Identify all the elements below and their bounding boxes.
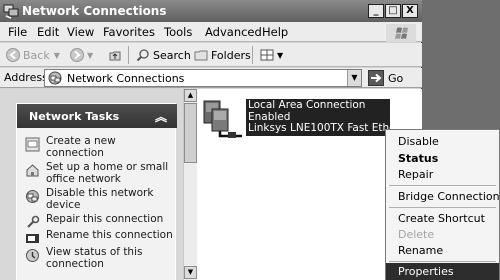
disable-network-icon xyxy=(26,190,39,203)
content-area: Network Tasks ︽ Create a new connection xyxy=(0,89,422,280)
task-label: Rename this connection xyxy=(46,229,173,241)
rename-icon xyxy=(26,234,39,243)
ctx-repair[interactable]: Repair xyxy=(386,166,499,183)
task-label: Repair this connection xyxy=(46,213,164,225)
connection-label: Local Area Connection Enabled Linksys LN… xyxy=(246,99,390,136)
menu-favorites[interactable]: Favorites xyxy=(103,25,155,39)
home-network-icon xyxy=(26,164,39,177)
address-field[interactable]: Network Connections ▼ xyxy=(44,69,362,87)
up-folder-icon xyxy=(109,51,121,61)
menu-file[interactable]: File xyxy=(8,25,27,39)
task-label: Create a new connection xyxy=(46,135,116,159)
task-setup-home-network[interactable]: Set up a home or small office network xyxy=(25,161,175,185)
menu-help[interactable]: Help xyxy=(262,25,288,39)
minimize-button[interactable]: _ xyxy=(368,4,384,18)
menu-separator xyxy=(389,207,496,208)
network-connections-icon xyxy=(48,71,62,85)
ctx-disable[interactable]: Disable xyxy=(386,133,499,150)
standard-toolbar: Back ▼ ▼ Search Folders ▼ xyxy=(0,43,422,67)
menu-separator xyxy=(389,261,496,262)
repair-wrench-icon xyxy=(27,215,40,228)
task-view-status[interactable]: View status of this connection xyxy=(25,246,175,270)
window-title: Network Connections xyxy=(22,4,167,18)
ctx-properties[interactable]: Properties xyxy=(386,263,499,280)
network-connections-window: Network Connections _ □ X File Edit View… xyxy=(0,0,422,280)
menu-tools[interactable]: Tools xyxy=(164,25,192,39)
back-label: Back xyxy=(23,48,50,62)
back-button[interactable]: Back ▼ xyxy=(6,47,60,63)
task-create-connection[interactable]: Create a new connection xyxy=(25,135,175,159)
ctx-status[interactable]: Status xyxy=(386,150,499,167)
menu-edit[interactable]: Edit xyxy=(37,25,59,39)
toolbar-separator xyxy=(128,46,129,64)
menu-view[interactable]: View xyxy=(67,25,94,39)
go-arrow-icon xyxy=(368,70,384,86)
vertical-scrollbar[interactable]: ▲ ▼ xyxy=(183,89,197,280)
back-dropdown-icon[interactable]: ▼ xyxy=(54,51,60,60)
menu-bar: File Edit View Favorites Tools Advanced … xyxy=(0,22,422,42)
local-area-connection-item[interactable]: Local Area Connection Enabled Linksys LN… xyxy=(202,99,390,139)
task-repair-connection[interactable]: Repair this connection xyxy=(25,213,175,230)
title-bar[interactable]: Network Connections _ □ X xyxy=(0,0,422,22)
folders-button[interactable]: Folders xyxy=(194,47,251,63)
new-connection-icon xyxy=(25,137,40,152)
windows-logo-icon xyxy=(386,24,416,42)
views-dropdown-icon[interactable]: ▼ xyxy=(277,51,283,60)
network-tasks-header[interactable]: Network Tasks ︽ xyxy=(17,104,177,128)
status-icon xyxy=(26,249,39,262)
back-arrow-icon xyxy=(6,48,20,62)
folders-icon xyxy=(194,50,208,61)
task-disable-device[interactable]: Disable this network device xyxy=(25,187,175,211)
task-label: Disable this network device xyxy=(46,187,154,211)
tasks-pane: Network Tasks ︽ Create a new connection xyxy=(0,89,183,280)
menu-separator xyxy=(389,185,496,186)
up-folder-button[interactable] xyxy=(108,47,125,63)
connection-name: Local Area Connection xyxy=(248,99,366,111)
network-connections-icon xyxy=(3,4,19,19)
address-label: Address xyxy=(4,71,48,84)
forward-dropdown-icon[interactable]: ▼ xyxy=(87,51,93,60)
scroll-up-icon[interactable]: ▲ xyxy=(184,89,197,102)
maximize-button[interactable]: □ xyxy=(385,4,401,18)
menu-advanced[interactable]: Advanced xyxy=(205,25,262,39)
network-tasks-panel: Network Tasks ︽ Create a new connection xyxy=(16,103,177,280)
ctx-rename[interactable]: Rename xyxy=(386,242,499,259)
ctx-create-shortcut[interactable]: Create Shortcut xyxy=(386,210,499,227)
address-value: Network Connections xyxy=(67,72,185,85)
lan-connection-icon xyxy=(203,100,242,138)
go-label: Go xyxy=(388,71,404,85)
ctx-delete: Delete xyxy=(398,228,435,241)
task-rename-connection[interactable]: Rename this connection xyxy=(25,229,175,246)
scrollbar-thumb[interactable] xyxy=(184,103,197,163)
search-button[interactable]: Search xyxy=(136,47,191,63)
collapse-chevron-icon[interactable]: ︽ xyxy=(155,108,167,125)
views-grid-icon xyxy=(260,49,274,61)
folders-label: Folders xyxy=(211,48,251,62)
ctx-bridge-connections[interactable]: Bridge Connections xyxy=(386,188,500,205)
address-bar: Address Network Connections ▼ Go xyxy=(0,68,422,88)
search-icon xyxy=(136,49,149,62)
connection-device: Linksys LNE100TX Fast Ethern... xyxy=(248,122,390,134)
forward-button[interactable]: ▼ xyxy=(70,47,93,63)
close-button[interactable]: X xyxy=(402,4,418,18)
address-dropdown-icon[interactable]: ▼ xyxy=(347,70,361,86)
search-label: Search xyxy=(153,48,191,62)
scroll-down-icon[interactable]: ▼ xyxy=(184,266,197,279)
network-tasks-title: Network Tasks xyxy=(29,110,120,123)
toolbar-separator xyxy=(252,46,253,64)
task-label: Set up a home or small office network xyxy=(46,161,169,185)
context-menu: Disable Status Repair Bridge Connections… xyxy=(385,129,500,280)
views-button[interactable]: ▼ xyxy=(260,47,283,63)
go-button[interactable]: Go xyxy=(368,70,403,86)
forward-arrow-icon xyxy=(70,48,84,62)
task-label: View status of this connection xyxy=(46,246,143,270)
